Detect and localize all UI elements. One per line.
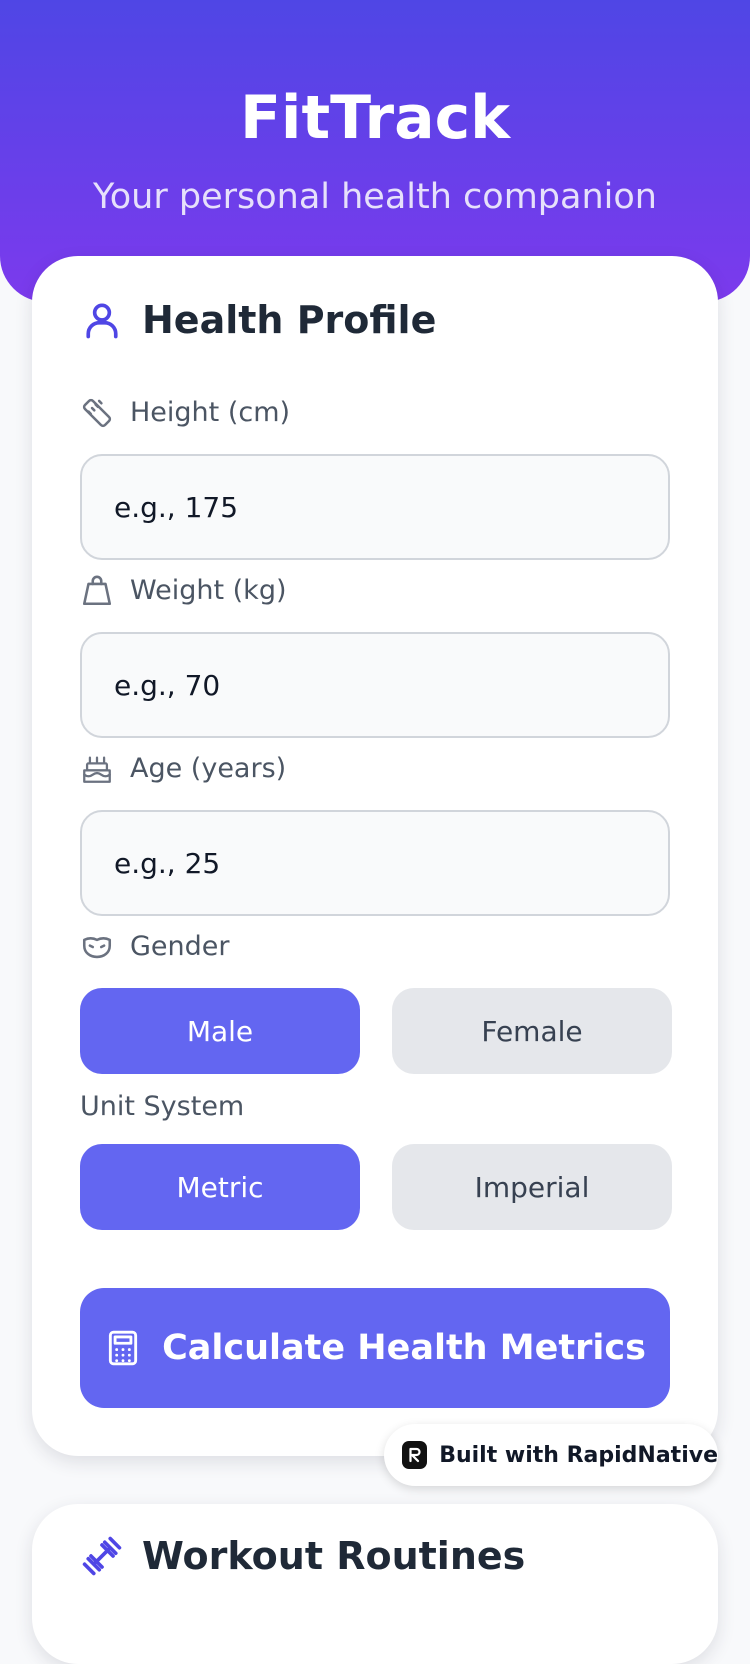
workout-routines-title: Workout Routines bbox=[142, 1534, 526, 1578]
age-label: Age (years) bbox=[80, 752, 286, 786]
weight-input[interactable] bbox=[80, 632, 670, 738]
gender-label-text: Gender bbox=[130, 931, 230, 962]
unit-imperial-button[interactable]: Imperial bbox=[392, 1144, 672, 1230]
cake-icon bbox=[80, 752, 114, 786]
calculate-button-label: Calculate Health Metrics bbox=[162, 1328, 646, 1368]
weight-icon bbox=[80, 574, 114, 608]
workout-routines-card: Workout Routines bbox=[32, 1504, 718, 1664]
app-title: FitTrack bbox=[239, 83, 511, 153]
app-subtitle: Your personal health companion bbox=[93, 177, 657, 217]
weight-label: Weight (kg) bbox=[80, 574, 287, 608]
built-with-badge[interactable]: Built with RapidNative bbox=[384, 1424, 718, 1486]
height-input[interactable] bbox=[80, 454, 670, 560]
rapidnative-logo-icon bbox=[402, 1441, 428, 1469]
weight-label-text: Weight (kg) bbox=[130, 575, 287, 606]
mask-icon bbox=[80, 930, 114, 964]
height-label: Height (cm) bbox=[80, 396, 290, 430]
age-input[interactable] bbox=[80, 810, 670, 916]
calculator-icon bbox=[104, 1329, 142, 1367]
height-label-text: Height (cm) bbox=[130, 397, 291, 428]
health-profile-card: Health Profile Height (cm) Weight (kg) bbox=[32, 256, 718, 1456]
workout-routines-heading: Workout Routines bbox=[80, 1532, 525, 1580]
unit-system-label: Unit System bbox=[80, 1091, 245, 1122]
gender-female-button[interactable]: Female bbox=[392, 988, 672, 1074]
user-icon bbox=[80, 298, 124, 342]
ruler-icon bbox=[80, 396, 114, 430]
health-profile-heading: Health Profile bbox=[80, 296, 436, 344]
gender-label: Gender bbox=[80, 930, 230, 964]
unit-metric-button[interactable]: Metric bbox=[80, 1144, 360, 1230]
health-profile-title: Health Profile bbox=[142, 298, 437, 342]
gender-male-button[interactable]: Male bbox=[80, 988, 360, 1074]
dumbbell-icon bbox=[80, 1534, 124, 1578]
calculate-health-metrics-button[interactable]: Calculate Health Metrics bbox=[80, 1288, 670, 1408]
badge-label: Built with RapidNative bbox=[439, 1442, 718, 1468]
age-label-text: Age (years) bbox=[130, 753, 287, 784]
